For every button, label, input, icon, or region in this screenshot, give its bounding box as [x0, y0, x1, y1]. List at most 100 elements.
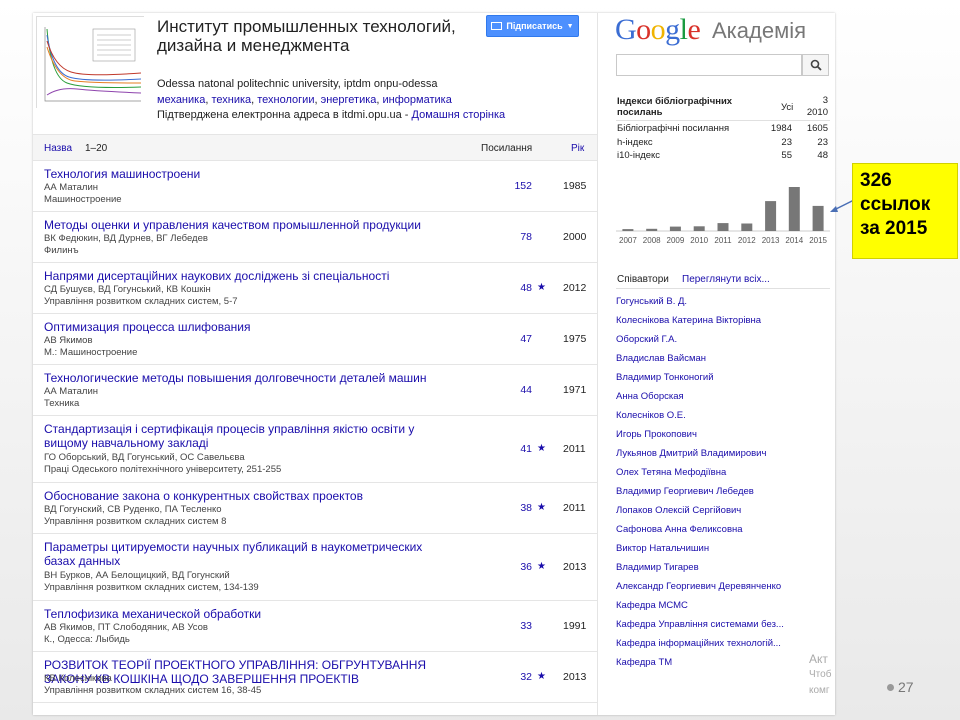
citation-count-link[interactable]: 47 — [496, 333, 532, 345]
publication-authors: КВ Колеснікова — [44, 673, 112, 684]
coauthor-link[interactable]: Олех Тетяна Мефодіївна — [616, 466, 830, 485]
chart-bar-2014[interactable] — [788, 187, 800, 231]
publication-title-link[interactable]: Параметры цитируемости научных публикаци… — [44, 540, 444, 568]
publication-authors: АА Маталин — [44, 182, 99, 193]
table-row: Обоснование закона о конкурентных свойст… — [33, 483, 597, 534]
publication-title-link[interactable]: Напрями дисертаційних наукових досліджен… — [44, 269, 444, 283]
search-input[interactable] — [616, 54, 802, 76]
publication-venue: М.: Машиностроение — [44, 347, 138, 358]
chart-tick-label: 2015 — [809, 236, 827, 245]
result-range: 1–20 — [85, 143, 108, 154]
search-button[interactable] — [802, 54, 829, 76]
coauthor-link[interactable]: Кафедра Управління системами без... — [616, 618, 830, 637]
google-scholar-logo[interactable]: Google — [615, 13, 701, 47]
merged-star-icon[interactable]: ★ — [537, 282, 546, 293]
publication-title-link[interactable]: Технология машиностроени — [44, 167, 444, 181]
watermark-line: Чтоб — [809, 669, 832, 680]
chart-bar-2012[interactable] — [741, 223, 753, 232]
citation-count-link[interactable]: 32 — [496, 671, 532, 683]
citation-metrics: Індекси бібліографічних посилань Усі 3 2… — [616, 95, 830, 162]
follow-button[interactable]: Підписатись ▼ — [486, 15, 579, 37]
watermark-line: Акт — [809, 652, 828, 666]
coauthor-link[interactable]: Владимир Тигарев — [616, 561, 830, 580]
metric-since: 23 — [817, 136, 828, 148]
interest-link[interactable]: механика — [157, 94, 205, 106]
merged-star-icon[interactable]: ★ — [537, 502, 546, 513]
citations-chart: 2007 2008 2009 2010 2011 2012 2013 2014 2015 — [616, 173, 830, 245]
publication-authors: АВ Якимов — [44, 335, 93, 346]
table-row: Теплофизика механической обработки АВ Яки… — [33, 601, 597, 652]
table-row: Технологические методы повышения долгове… — [33, 365, 597, 416]
coauthor-link[interactable]: Виктор Натальчишин — [616, 542, 830, 561]
merged-star-icon[interactable]: ★ — [537, 671, 546, 682]
publication-title-link[interactable]: Методы оценки и управления качеством про… — [44, 218, 444, 232]
chevron-down-icon: ▼ — [566, 22, 574, 30]
table-row: Методы оценки и управления качеством про… — [33, 212, 597, 263]
chart-bar-2009[interactable] — [669, 226, 681, 231]
citation-count-link[interactable]: 44 — [496, 384, 532, 396]
citation-count-link[interactable]: 41 — [496, 443, 532, 455]
publication-venue: Управління розвитком складних систем 8 — [44, 516, 227, 527]
chart-bar-2007[interactable] — [622, 229, 634, 231]
publication-title-link[interactable]: Стандартизація і сертифікація процесів у… — [44, 422, 444, 450]
citation-count-link[interactable]: 36 — [496, 561, 532, 573]
chart-bar-2011[interactable] — [717, 223, 729, 231]
interest-link[interactable]: технологии — [257, 94, 314, 106]
chart-bar-2010[interactable] — [693, 226, 705, 231]
publication-title-link[interactable]: Теплофизика механической обработки — [44, 607, 444, 621]
page-number: 27 — [898, 679, 914, 695]
slide-frame: Институт промышленных технологий, дизайн… — [33, 13, 835, 715]
coauthor-link[interactable]: Оборский Г.А. — [616, 333, 830, 352]
homepage-separator: - — [401, 109, 412, 121]
follow-button-label: Підписатись — [506, 21, 563, 31]
search-icon — [810, 59, 822, 71]
column-citations: Посилання — [481, 143, 533, 154]
publication-title-link[interactable]: Технологические методы повышения долгове… — [44, 371, 444, 385]
citation-count-link[interactable]: 48 — [496, 282, 532, 294]
coauthor-link[interactable]: Колесніков О.Е. — [616, 409, 830, 428]
metric-all: 23 — [781, 136, 792, 148]
chart-tick-label: 2007 — [619, 236, 637, 245]
publication-title-link[interactable]: Обоснование закона о конкурентных свойст… — [44, 489, 444, 503]
coauthor-link[interactable]: Гогунський В. Д. — [616, 295, 830, 314]
publication-year: 1985 — [563, 180, 587, 192]
coauthor-link[interactable]: Колеснікова Катерина Вікторівна — [616, 314, 830, 333]
email-verified-text: Підтверджена електронна адреса в itdmi.o… — [157, 109, 402, 121]
publication-title-link[interactable]: Оптимизация процесса шлифования — [44, 320, 444, 334]
citation-count-link[interactable]: 33 — [496, 620, 532, 632]
sort-by-title[interactable]: Назва — [44, 143, 72, 154]
coauthor-link[interactable]: Лопаков Олексій Сергійович — [616, 504, 830, 523]
callout-line: 326 — [860, 170, 892, 191]
profile-interests: механика, техника, технологии, энергетик… — [157, 94, 452, 106]
coauthor-link[interactable]: Кафедра МСМС — [616, 599, 830, 618]
publication-year: 1991 — [563, 620, 587, 632]
publication-year: 2000 — [563, 231, 587, 243]
interest-link[interactable]: энергетика — [321, 94, 377, 106]
sort-by-year[interactable]: Рік — [571, 143, 584, 154]
publication-venue: Управління розвитком складних систем, 5-… — [44, 296, 238, 307]
citation-count-link[interactable]: 38 — [496, 502, 532, 514]
chart-bar-2013[interactable] — [765, 201, 777, 231]
metric-all: 55 — [781, 150, 792, 161]
coauthor-link[interactable]: Владимир Тонконогий — [616, 371, 830, 390]
coauthor-link[interactable]: Игорь Прокопович — [616, 428, 830, 447]
merged-star-icon[interactable]: ★ — [537, 561, 546, 572]
coauthor-link[interactable]: Сафонова Анна Феликсовна — [616, 523, 830, 542]
coauthor-link[interactable]: Лукьянов Дмитрий Владимирович — [616, 447, 830, 466]
chart-bar-2008[interactable] — [646, 228, 658, 231]
citation-count-link[interactable]: 152 — [496, 180, 532, 192]
coauthor-link[interactable]: Александр Георгиевич Деревянченко — [616, 580, 830, 599]
coauthor-link[interactable]: Владислав Вайсман — [616, 352, 830, 371]
citation-count-link[interactable]: 78 — [496, 231, 532, 243]
coauthor-link[interactable]: Анна Оборская — [616, 390, 830, 409]
view-all-coauthors-link[interactable]: Переглянути всіх... — [682, 274, 770, 285]
chart-bar-2015[interactable] — [812, 205, 824, 231]
interest-link[interactable]: информатика — [383, 94, 452, 106]
merged-star-icon[interactable]: ★ — [537, 443, 546, 454]
coauthor-link[interactable]: Владимир Георгиевич Лебедев — [616, 485, 830, 504]
coauthor-link[interactable]: Кафедра інформаційних технологій... — [616, 637, 830, 656]
interest-link[interactable]: техника — [211, 94, 251, 106]
metric-label: h-індекс — [617, 136, 653, 148]
coauthor-link[interactable]: Кафедра ТМ — [616, 656, 830, 675]
homepage-link[interactable]: Домашня сторінка — [412, 109, 506, 121]
